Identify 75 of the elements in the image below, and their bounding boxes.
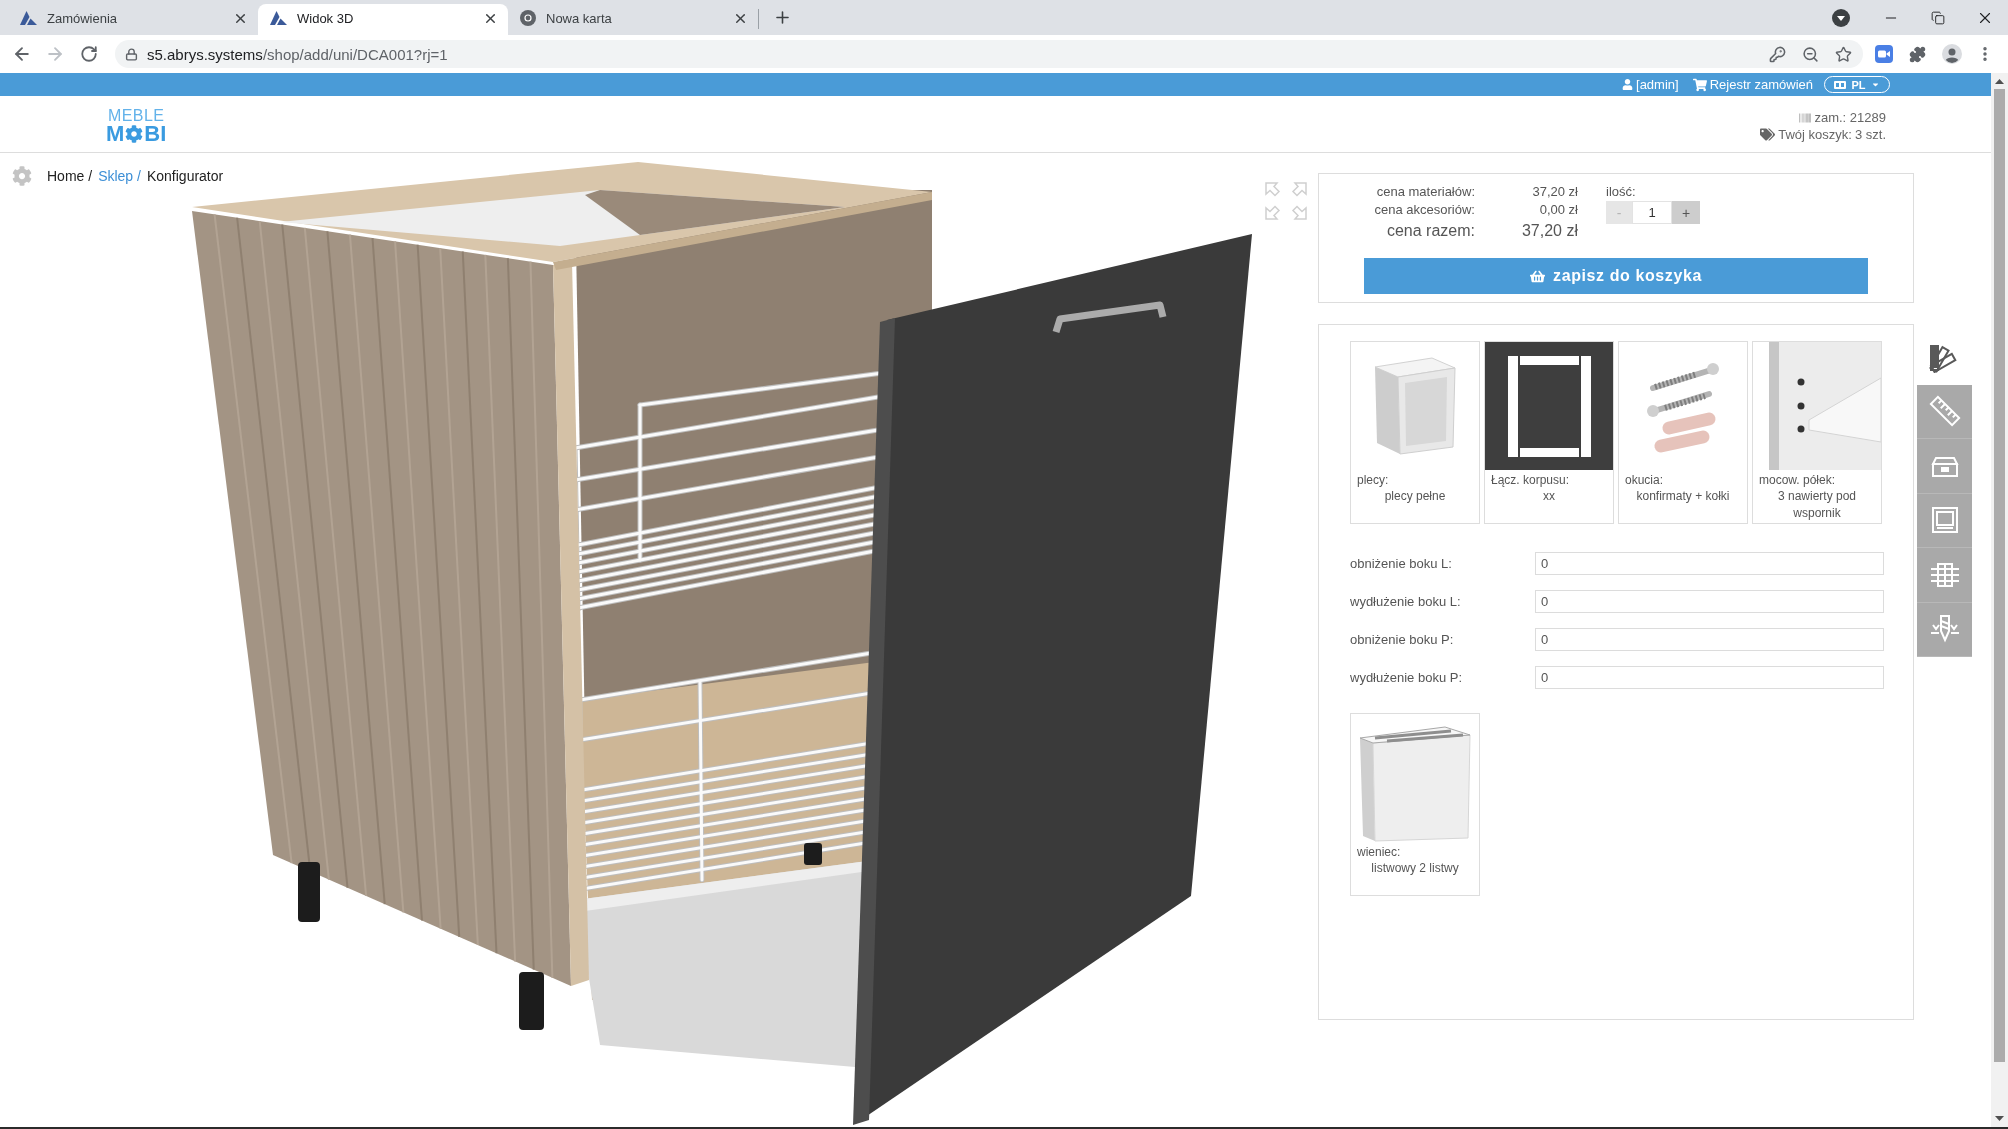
frame-icon bbox=[1485, 342, 1613, 470]
cart-icon bbox=[1692, 77, 1707, 92]
order-number: zam.: 21289 bbox=[1814, 109, 1886, 126]
price-label: cena materiałów: bbox=[1375, 183, 1475, 201]
browser-tab[interactable]: Widok 3D bbox=[258, 4, 508, 35]
option-value: 3 nawierty pod wspornik bbox=[1776, 488, 1857, 522]
logo-text: BI bbox=[144, 123, 167, 144]
zoom-out-icon[interactable] bbox=[1802, 45, 1819, 63]
shelf-pins-icon bbox=[1769, 342, 1881, 470]
quantity-label: ilość: bbox=[1606, 183, 1637, 201]
price-label: cena razem: bbox=[1385, 221, 1475, 241]
field-label: obniżenie boku P: bbox=[1350, 632, 1455, 647]
reload-icon[interactable] bbox=[80, 45, 98, 63]
basket-icon bbox=[1530, 268, 1546, 284]
option-card[interactable]: Łącz. korpusu: xx bbox=[1484, 341, 1614, 524]
flag-icon bbox=[1834, 80, 1847, 89]
key-icon[interactable] bbox=[1769, 45, 1786, 63]
triangle-logo-icon bbox=[20, 11, 37, 25]
option-title: plecy: bbox=[1356, 472, 1390, 488]
browser-tab[interactable]: Nowa karta bbox=[508, 4, 758, 35]
field-label: wydłużenie boku L: bbox=[1350, 594, 1462, 609]
logo-text: MEBLE bbox=[108, 108, 165, 123]
user-icon bbox=[1622, 79, 1634, 90]
restore-icon[interactable] bbox=[1930, 10, 1945, 25]
option-value: listwowy 2 listwy bbox=[1370, 860, 1460, 877]
option-title: wieniec: bbox=[1356, 844, 1402, 860]
breadcrumb-link[interactable]: Sklep / bbox=[98, 168, 141, 184]
cart-count: 3 szt. bbox=[1854, 126, 1886, 143]
logo-text: M bbox=[106, 123, 125, 144]
option-value: plecy pełne bbox=[1383, 488, 1447, 505]
scroll-up-icon[interactable] bbox=[1995, 79, 2004, 84]
breadcrumb-item: Konfigurator bbox=[146, 168, 224, 184]
gear-icon bbox=[125, 124, 144, 143]
option-card[interactable]: okucia: konfirmaty + kołki bbox=[1618, 341, 1748, 524]
tags-icon bbox=[1760, 127, 1776, 142]
browser-tab[interactable]: Zamówienia bbox=[8, 4, 258, 35]
field-label: obniżenie boku L: bbox=[1350, 556, 1453, 571]
ring-icon bbox=[520, 10, 536, 26]
star-icon[interactable] bbox=[1835, 45, 1852, 63]
price-label: cena akcesoriów: bbox=[1373, 201, 1475, 219]
increment-button[interactable]: + bbox=[1672, 201, 1700, 224]
breadcrumb-item: Home / bbox=[47, 168, 93, 184]
scrollbar-thumb[interactable] bbox=[1994, 89, 2005, 1062]
option-title: okucia: bbox=[1624, 472, 1665, 488]
input-field[interactable]: 0 bbox=[1535, 590, 1884, 613]
barcode-icon bbox=[1799, 111, 1812, 124]
caret-icon bbox=[1870, 80, 1880, 89]
option-card[interactable]: wieniec: listwowy 2 listwy bbox=[1350, 713, 1480, 896]
scroll-down-icon[interactable] bbox=[1995, 1116, 2004, 1121]
triangle-logo-icon bbox=[270, 11, 287, 25]
option-card[interactable]: plecy: plecy pełne bbox=[1350, 341, 1480, 524]
price-value: 37,20 zł bbox=[1531, 183, 1578, 201]
option-title: Łącz. korpusu: bbox=[1490, 472, 1571, 488]
address-field[interactable]: s5.abrys.systems/shop/add/uni/DCA001?rj=1 bbox=[115, 40, 1863, 68]
cart-label: Twój koszyk: bbox=[1778, 126, 1852, 143]
field-label: wydłużenie boku P: bbox=[1350, 670, 1463, 685]
quantity-input[interactable]: 1 bbox=[1632, 201, 1672, 224]
price-value: 0,00 zł bbox=[1538, 201, 1578, 219]
video-camera-icon[interactable] bbox=[1875, 45, 1893, 63]
input-field[interactable]: 0 bbox=[1535, 666, 1884, 689]
price-value: 37,20 zł bbox=[1520, 221, 1578, 241]
input-field[interactable]: 0 bbox=[1535, 628, 1884, 651]
option-value: xx bbox=[1542, 488, 1556, 505]
avatar-icon[interactable] bbox=[1942, 44, 1962, 64]
puzzle-icon[interactable] bbox=[1908, 45, 1926, 63]
input-field[interactable]: 0 bbox=[1535, 552, 1884, 575]
cabinet-rails-icon bbox=[1359, 726, 1471, 842]
scrollbar[interactable] bbox=[1991, 73, 2008, 1127]
option-title: mocow. półek: bbox=[1758, 472, 1837, 488]
cabinet-icon bbox=[1374, 357, 1456, 455]
option-value: konfirmaty + kołki bbox=[1635, 488, 1731, 505]
ruler-icon bbox=[1928, 395, 1961, 428]
dropdown-icon[interactable] bbox=[1832, 8, 1850, 27]
lock-icon bbox=[125, 47, 138, 61]
option-card[interactable]: mocow. półek: 3 nawierty pod wspornik bbox=[1752, 341, 1882, 524]
